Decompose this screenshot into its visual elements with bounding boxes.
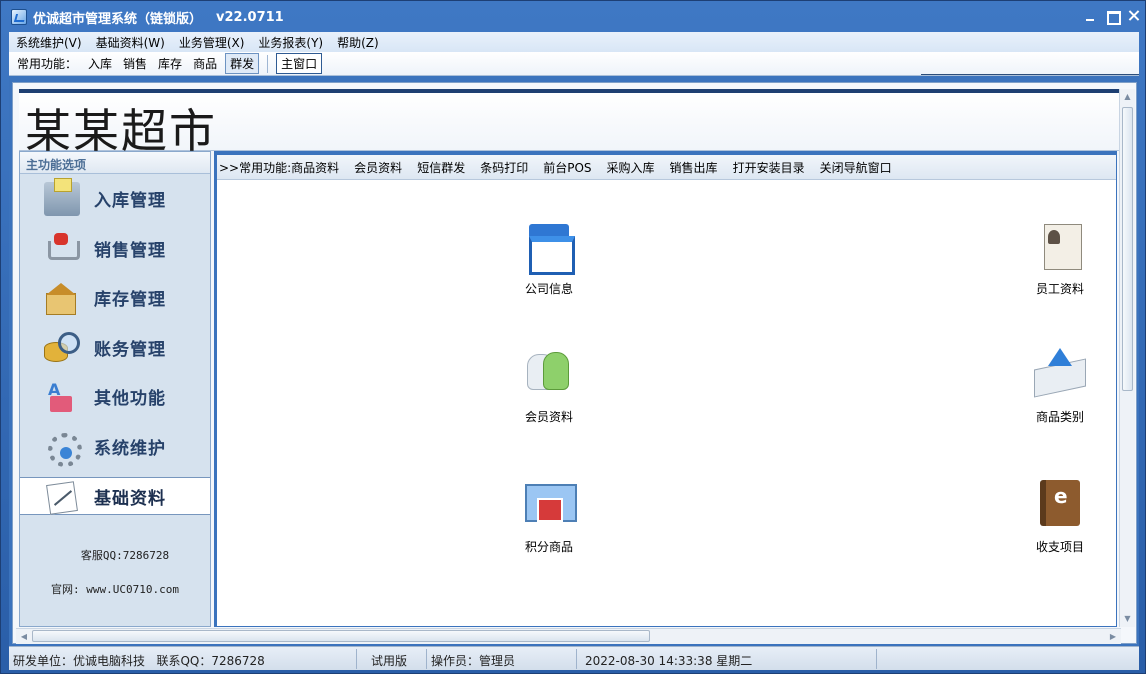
client-area: 某某超市 主功能选项 入库管理 销售管理 库存管理 账务管理 A 其他功能 系统… (9, 76, 1139, 646)
vertical-scrollbar[interactable]: ▲ ▼ (1119, 89, 1135, 627)
sidebar-item-label: 账务管理 (94, 339, 166, 360)
shopping-cart-icon (44, 231, 80, 265)
status-edition: 试用版 (357, 648, 427, 669)
sidebar-item-label: 其他功能 (94, 389, 166, 410)
ledger-book-icon (1034, 478, 1086, 530)
quick-link-pos[interactable]: 前台POS (543, 159, 591, 176)
sidebar-item-label: 销售管理 (94, 240, 166, 261)
status-operator: 操作员：管理员 (427, 648, 577, 669)
tile-company-info[interactable]: 公司信息 (509, 220, 589, 297)
store-banner: 某某超市 (19, 89, 1119, 158)
scroll-right-icon[interactable]: ▶ (1105, 629, 1121, 644)
menu-system[interactable]: 系统维护(V) (9, 34, 89, 51)
gift-icon (523, 478, 577, 530)
sidebar-item-accounts[interactable]: 账务管理 (20, 323, 210, 373)
menu-help[interactable]: 帮助(Z) (330, 34, 386, 51)
quick-link-members[interactable]: 会员资料 (354, 159, 402, 176)
sidebar-item-label: 库存管理 (94, 290, 166, 311)
sidebar-item-basic-data[interactable]: 基础资料 (20, 477, 210, 515)
tile-label: 收支项目 (1035, 540, 1084, 554)
toolbar-goods-button[interactable]: 商品 (193, 55, 217, 72)
sidebar: 主功能选项 入库管理 销售管理 库存管理 账务管理 A 其他功能 系统维护 基础… (19, 151, 211, 627)
tile-label: 公司信息 (524, 282, 573, 296)
sidebar-item-stock-in[interactable]: 入库管理 (20, 174, 210, 224)
website-label: 官网: www.UC0710.com (51, 583, 179, 596)
quick-link-close-nav[interactable]: 关闭导航窗口 (820, 159, 892, 176)
contact-qq-label: 联系QQ：7286728 (156, 653, 265, 668)
developer-label: 研发单位：优诚电脑科技 (13, 653, 146, 668)
status-developer: 研发单位：优诚电脑科技 联系QQ：7286728 (9, 648, 357, 669)
support-qq: 客服QQ:7286728 (80, 549, 170, 562)
window-title: 优诚超市管理系统（链锁版） (33, 11, 203, 27)
menu-basic-data[interactable]: 基础资料(W) (89, 34, 172, 51)
app-logo-icon (11, 9, 27, 25)
cash-register-icon (44, 177, 80, 216)
horizontal-scroll-thumb[interactable] (32, 630, 650, 642)
sidebar-item-label: 系统维护 (94, 438, 166, 459)
quick-link-goods[interactable]: 商品资料 (291, 159, 339, 176)
maximize-icon[interactable] (1105, 9, 1121, 25)
tile-label: 商品类别 (1035, 410, 1084, 424)
toolbar-separator (267, 54, 269, 73)
quick-link-sms[interactable]: 短信群发 (417, 159, 465, 176)
quick-link-barcode[interactable]: 条码打印 (480, 159, 528, 176)
tile-points-goods[interactable]: 积分商品 (509, 478, 589, 555)
tile-income-expense[interactable]: 收支项目 (1020, 478, 1100, 555)
toolbar-inventory-button[interactable]: 库存 (158, 55, 182, 72)
navigation-panel: >>常用功能: 商品资料 会员资料 短信群发 条码打印 前台POS 采购入库 销… (214, 151, 1117, 627)
tile-label: 积分商品 (524, 540, 573, 554)
sidebar-item-inventory[interactable]: 库存管理 (20, 273, 210, 323)
sidebar-item-system[interactable]: 系统维护 (20, 422, 210, 472)
tile-staff[interactable]: 员工资料 (1020, 220, 1100, 297)
tile-label: 员工资料 (1035, 282, 1084, 296)
main-window-tab[interactable]: 主窗口 (276, 53, 323, 74)
version-label: v22.0711 (216, 9, 284, 25)
app-window: 优诚超市管理系统（链锁版） v22.0711 系统维护(V) 基础资料(W) 业… (0, 0, 1146, 674)
menu-business[interactable]: 业务管理(X) (172, 34, 252, 51)
menu-bar: 系统维护(V) 基础资料(W) 业务管理(X) 业务报表(Y) 帮助(Z) (9, 32, 1139, 52)
horizontal-scrollbar[interactable]: ◀ ▶ (16, 628, 1121, 644)
menu-reports[interactable]: 业务报表(Y) (251, 34, 330, 51)
sidebar-item-label: 基础资料 (94, 488, 166, 509)
quick-link-sales-out[interactable]: 销售出库 (670, 159, 718, 176)
toolbar-label: 常用功能： (17, 57, 78, 71)
staff-card-icon (1034, 220, 1086, 272)
sidebar-item-other[interactable]: 其他功能 (20, 372, 210, 422)
toolbar: 常用功能： 入库 销售 库存 商品 群发 主窗口 (9, 52, 1139, 76)
sidebar-item-sales[interactable]: 销售管理 (20, 224, 210, 274)
quick-link-open-dir[interactable]: 打开安装目录 (733, 159, 805, 176)
shapes-icon (44, 380, 80, 414)
warehouse-icon (44, 281, 80, 315)
category-arrow-icon (1034, 348, 1086, 400)
toolbar-sales-button[interactable]: 销售 (123, 55, 147, 72)
scroll-up-icon[interactable]: ▲ (1120, 89, 1135, 105)
scroll-down-icon[interactable]: ▼ (1120, 611, 1135, 627)
gear-icon (44, 429, 82, 468)
coins-magnifier-icon (44, 330, 80, 364)
sidebar-item-label: 入库管理 (94, 191, 166, 212)
status-bar: 研发单位：优诚电脑科技 联系QQ：7286728 试用版 操作员：管理员 202… (9, 646, 1139, 670)
quickbar-label: >>常用功能: (219, 160, 292, 175)
sidebar-header: 主功能选项 (20, 152, 210, 174)
content-frame: 某某超市 主功能选项 入库管理 销售管理 库存管理 账务管理 A 其他功能 系统… (12, 82, 1137, 644)
close-icon[interactable] (1127, 9, 1141, 23)
quick-link-purchase[interactable]: 采购入库 (607, 159, 655, 176)
toolbar-bulk-sms-button[interactable]: 群发 (225, 53, 260, 74)
members-icon (523, 348, 575, 400)
scroll-left-icon[interactable]: ◀ (16, 629, 32, 644)
status-datetime: 2022-08-30 14:33:38 星期二 (577, 648, 877, 669)
contact-info: 客服QQ:7286728 官网: www.UC0710.com (20, 539, 210, 607)
toolbar-divider (921, 74, 1139, 75)
tile-goods-category[interactable]: 商品类别 (1020, 348, 1100, 425)
vertical-scroll-thumb[interactable] (1122, 107, 1133, 391)
tile-label: 会员资料 (524, 410, 573, 424)
quick-functions-bar: >>常用功能: 商品资料 会员资料 短信群发 条码打印 前台POS 采购入库 销… (217, 152, 1116, 180)
toolbar-stock-in-button[interactable]: 入库 (88, 55, 112, 72)
notepad-icon (44, 479, 80, 513)
window-controls (1083, 9, 1141, 25)
minimize-icon[interactable] (1083, 9, 1097, 23)
title-bar[interactable]: 优诚超市管理系统（链锁版） v22.0711 (1, 1, 1146, 33)
store-icon (523, 220, 575, 275)
tile-members[interactable]: 会员资料 (509, 348, 589, 425)
